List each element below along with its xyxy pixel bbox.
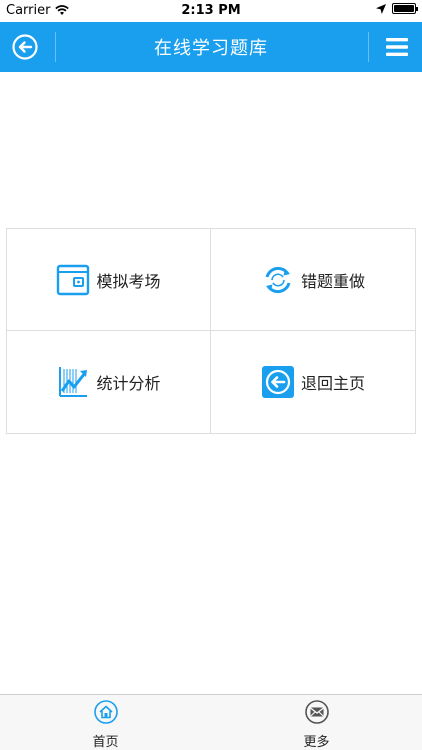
back-arrow-icon (261, 365, 295, 399)
grid-item-statistics[interactable]: 统计分析 (7, 331, 211, 433)
chart-trend-icon (56, 365, 90, 399)
tab-label: 更多 (303, 735, 330, 750)
grid-item-label: 统计分析 (96, 374, 161, 393)
mail-icon (304, 700, 329, 724)
screen: Carrier 2:13 PM 在线学习题库 模拟考场 错题重做 统计分析 退回… (0, 0, 422, 750)
hamburger-menu-icon[interactable] (386, 37, 408, 57)
refresh-icon (261, 263, 295, 297)
grid-item-label: 模拟考场 (96, 271, 161, 291)
nav-divider-right (368, 32, 369, 62)
tab-label: 首页 (92, 735, 119, 750)
status-bar: Carrier 2:13 PM (0, 0, 422, 22)
grid-item-back-home[interactable]: 退回主页 (211, 331, 415, 433)
home-icon (93, 700, 118, 724)
tab-more[interactable]: 更多 (211, 695, 422, 750)
battery-icon (392, 3, 418, 14)
location-arrow-icon (376, 3, 386, 14)
status-right (376, 3, 418, 14)
grid-item-label: 错题重做 (300, 271, 365, 291)
tab-home[interactable]: 首页 (0, 695, 211, 750)
status-time: 2:13 PM (181, 3, 241, 18)
navigation-bar: 在线学习题库 (0, 22, 422, 72)
grid-item-mock-exam[interactable]: 模拟考场 (7, 229, 211, 331)
function-grid: 模拟考场 错题重做 统计分析 退回主页 (6, 228, 416, 434)
tab-bar: 首页 更多 (0, 694, 422, 750)
grid-item-redo-mistakes[interactable]: 错题重做 (211, 229, 415, 331)
wallet-icon (56, 263, 90, 297)
nav-divider-left (55, 32, 56, 62)
page-title: 在线学习题库 (154, 38, 268, 59)
grid-item-label: 退回主页 (300, 374, 365, 393)
back-arrow-circle-icon[interactable] (12, 34, 38, 60)
